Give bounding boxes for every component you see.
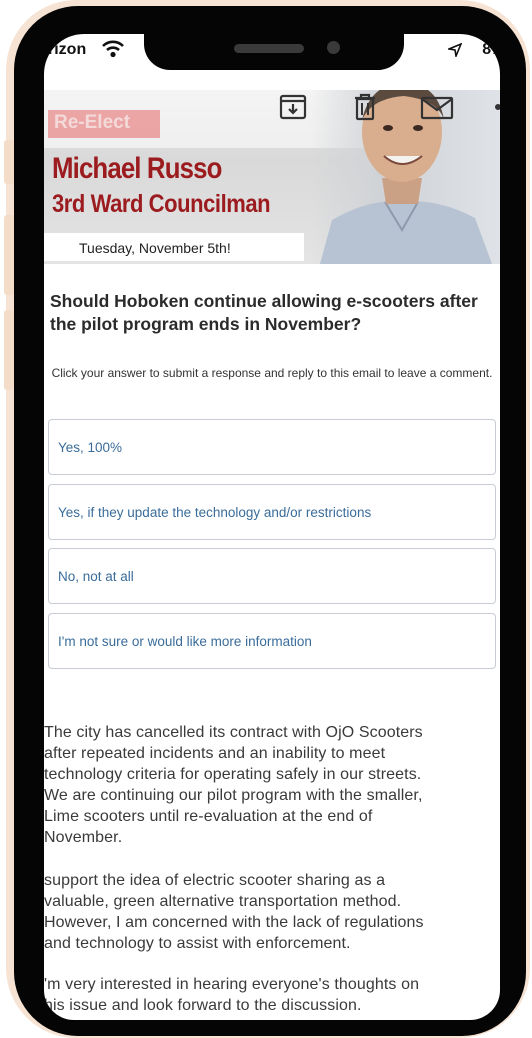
candidate-title: 3rd Ward Councilman <box>52 190 271 218</box>
location-arrow-icon <box>448 43 462 57</box>
notch <box>144 34 404 70</box>
body-paragraph-3: 'm very interested in hearing everyone's… <box>44 976 420 1014</box>
body-paragraph-2: support the idea of electric scooter sha… <box>44 872 424 952</box>
more-icon[interactable] <box>492 92 500 122</box>
phone-screen: rizon 87 Re-Elect Michael Russo 3rd Ward… <box>44 34 500 1020</box>
volume-up-button <box>4 215 14 295</box>
survey-option-yes-if-updated[interactable]: Yes, if they update the technology and/o… <box>48 484 496 540</box>
trash-icon[interactable] <box>350 92 380 122</box>
election-date: Tuesday, November 5th! <box>44 233 304 261</box>
speaker-grille <box>234 44 304 53</box>
carrier-label: rizon <box>48 41 87 58</box>
mail-toolbar <box>44 90 500 124</box>
archive-icon[interactable] <box>278 92 308 122</box>
mail-icon[interactable] <box>420 92 454 122</box>
survey-option-yes-100[interactable]: Yes, 100% <box>48 419 496 475</box>
wifi-icon <box>102 40 124 58</box>
mute-switch <box>4 140 14 184</box>
battery-percentage: 87 <box>482 41 500 58</box>
front-camera <box>327 41 340 54</box>
candidate-name: Michael Russo <box>52 152 222 185</box>
survey-option-not-sure[interactable]: I'm not sure or would like more informat… <box>48 613 496 669</box>
volume-down-button <box>4 310 14 390</box>
body-paragraph-1: The city has cancelled its contract with… <box>44 724 423 846</box>
survey-option-no[interactable]: No, not at all <box>48 548 496 604</box>
survey-question: Should Hoboken continue allowing e-scoot… <box>50 291 478 334</box>
survey-instruction: Click your answer to submit a response a… <box>51 366 493 380</box>
